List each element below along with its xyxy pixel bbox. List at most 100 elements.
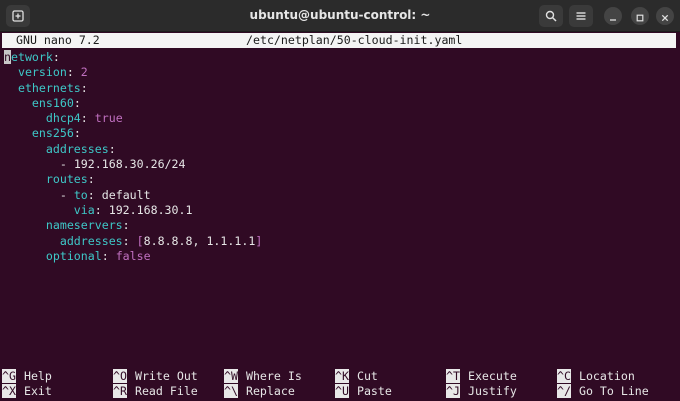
shortcut-label: Cut bbox=[356, 369, 378, 383]
shortcut-bar: ^G Help ^O Write Out ^W Where Is ^K Cut ^T Execut… bbox=[2, 369, 676, 400]
shortcut-location[interactable]: ^C Location bbox=[557, 369, 635, 384]
yaml-token: - bbox=[4, 157, 74, 172]
shortcut-label: Justify bbox=[467, 384, 517, 399]
shortcut-label: Where Is bbox=[245, 369, 302, 383]
shortcut-label: Exit bbox=[23, 384, 52, 399]
yaml-token: ens256 bbox=[4, 126, 74, 141]
close-icon bbox=[661, 7, 669, 26]
shortcut-label: Replace bbox=[245, 384, 295, 399]
shortcut-key: ^W bbox=[224, 369, 238, 383]
yaml-token: : bbox=[87, 172, 95, 187]
shortcut-paste[interactable]: ^U Paste bbox=[335, 384, 392, 399]
editor-line: version: 2 bbox=[4, 65, 676, 80]
shortcut-cut[interactable]: ^K Cut bbox=[335, 369, 378, 384]
yaml-token: : bbox=[101, 248, 116, 263]
editor-line: ens160: bbox=[4, 96, 676, 111]
editor-line: network: bbox=[4, 50, 676, 65]
yaml-token: default bbox=[101, 187, 151, 202]
shortcut-label: Go To Line bbox=[578, 384, 649, 399]
shortcut-write-out[interactable]: ^O Write Out bbox=[113, 369, 198, 384]
yaml-token: ] bbox=[255, 233, 263, 248]
title-bar[interactable]: ubuntu@ubuntu-control: ~ bbox=[0, 0, 680, 32]
menu-button[interactable] bbox=[569, 5, 593, 27]
editor-line: addresses: bbox=[4, 142, 676, 157]
yaml-token: : bbox=[52, 50, 60, 64]
yaml-token: [ bbox=[136, 233, 144, 248]
yaml-token: : bbox=[108, 141, 116, 156]
close-button[interactable] bbox=[656, 7, 674, 25]
yaml-token: optional bbox=[4, 248, 102, 263]
shortcut-row: ^G Help ^O Write Out ^W Where Is ^K Cut ^T Execut… bbox=[2, 369, 676, 384]
yaml-token: dhcp4 bbox=[4, 111, 81, 126]
shortcut-label: Read File bbox=[134, 384, 198, 399]
editor-line: addresses: [8.8.8.8, 1.1.1.1] bbox=[4, 234, 676, 249]
shortcut-key: ^C bbox=[557, 369, 571, 383]
yaml-token: : bbox=[80, 80, 88, 95]
yaml-token: : bbox=[73, 126, 81, 141]
yaml-token: version bbox=[4, 65, 67, 80]
yaml-token: false bbox=[115, 248, 151, 263]
search-icon bbox=[545, 10, 557, 22]
yaml-token: : bbox=[122, 233, 137, 248]
minimize-button[interactable] bbox=[604, 7, 622, 25]
yaml-token: 192.168.30.1 bbox=[108, 202, 193, 217]
nano-version: GNU nano 7.2 bbox=[16, 33, 100, 47]
editor-content[interactable]: network: version: 2 ethernets: ens160: d… bbox=[4, 50, 676, 264]
hamburger-menu-icon bbox=[575, 10, 587, 22]
editor-line: ethernets: bbox=[4, 81, 676, 96]
yaml-token: : bbox=[94, 202, 109, 217]
shortcut-justify[interactable]: ^J Justify bbox=[446, 384, 517, 399]
shortcut-label: Write Out bbox=[134, 369, 198, 383]
editor-line: routes: bbox=[4, 172, 676, 187]
shortcut-where-is[interactable]: ^W Where Is bbox=[224, 369, 302, 384]
editor-line: via: 192.168.30.1 bbox=[4, 203, 676, 218]
shortcut-label: Location bbox=[578, 369, 635, 383]
shortcut-key: ^O bbox=[113, 369, 127, 383]
shortcut-label: Help bbox=[23, 369, 52, 383]
shortcut-go-to-line[interactable]: ^/ Go To Line bbox=[557, 384, 649, 399]
editor-line: ens256: bbox=[4, 126, 676, 141]
shortcut-key: ^X bbox=[2, 384, 16, 399]
shortcut-key: ^U bbox=[335, 384, 349, 399]
shortcut-key: ^G bbox=[2, 369, 16, 383]
yaml-token: true bbox=[94, 111, 123, 126]
shortcut-key: ^\ bbox=[224, 384, 238, 399]
yaml-token: addresses bbox=[4, 233, 123, 248]
terminal-area[interactable]: GNU nano 7.2 /etc/netplan/50-cloud-init.… bbox=[0, 32, 680, 401]
yaml-token: 2 bbox=[80, 65, 88, 80]
yaml-token: routes bbox=[4, 172, 88, 187]
yaml-token: : bbox=[122, 218, 130, 233]
yaml-token: : bbox=[87, 187, 102, 202]
minimize-icon bbox=[609, 7, 617, 26]
shortcut-row: ^X Exit ^R Read File ^\ Replace ^U Paste ^J Justi… bbox=[2, 384, 676, 399]
shortcut-key: ^R bbox=[113, 384, 127, 399]
yaml-token: addresses bbox=[4, 141, 109, 156]
yaml-token: 8.8.8.8, 1.1.1.1 bbox=[143, 233, 256, 248]
yaml-token: via bbox=[4, 202, 95, 217]
yaml-token: : bbox=[73, 95, 81, 110]
maximize-icon bbox=[636, 7, 644, 26]
yaml-token: nameservers bbox=[4, 218, 123, 233]
shortcut-read-file[interactable]: ^R Read File bbox=[113, 384, 198, 399]
search-button[interactable] bbox=[539, 5, 563, 27]
yaml-token: - bbox=[4, 187, 74, 202]
yaml-token: : bbox=[66, 65, 81, 80]
shortcut-exit[interactable]: ^X Exit bbox=[2, 384, 52, 399]
shortcut-execute[interactable]: ^T Execute bbox=[446, 369, 517, 384]
shortcut-label: Paste bbox=[356, 384, 392, 399]
yaml-token: ethernets bbox=[4, 80, 81, 95]
nano-header-bar: GNU nano 7.2 /etc/netplan/50-cloud-init.… bbox=[2, 33, 676, 48]
yaml-token: : bbox=[80, 111, 95, 126]
maximize-button[interactable] bbox=[631, 7, 649, 25]
shortcut-help[interactable]: ^G Help bbox=[2, 369, 52, 384]
editor-line: dhcp4: true bbox=[4, 111, 676, 126]
shortcut-replace[interactable]: ^\ Replace bbox=[224, 384, 295, 399]
file-path: /etc/netplan/50-cloud-init.yaml bbox=[246, 33, 463, 47]
editor-line: optional: false bbox=[4, 249, 676, 264]
shortcut-key: ^K bbox=[335, 369, 349, 383]
terminal-window: ubuntu@ubuntu-control: ~ GNU nano 7.2 /e… bbox=[0, 0, 680, 401]
yaml-token: 192.168.30.26/24 bbox=[73, 157, 186, 172]
editor-line: - to: default bbox=[4, 188, 676, 203]
editor-line: nameservers: bbox=[4, 218, 676, 233]
yaml-token: to bbox=[73, 187, 88, 202]
